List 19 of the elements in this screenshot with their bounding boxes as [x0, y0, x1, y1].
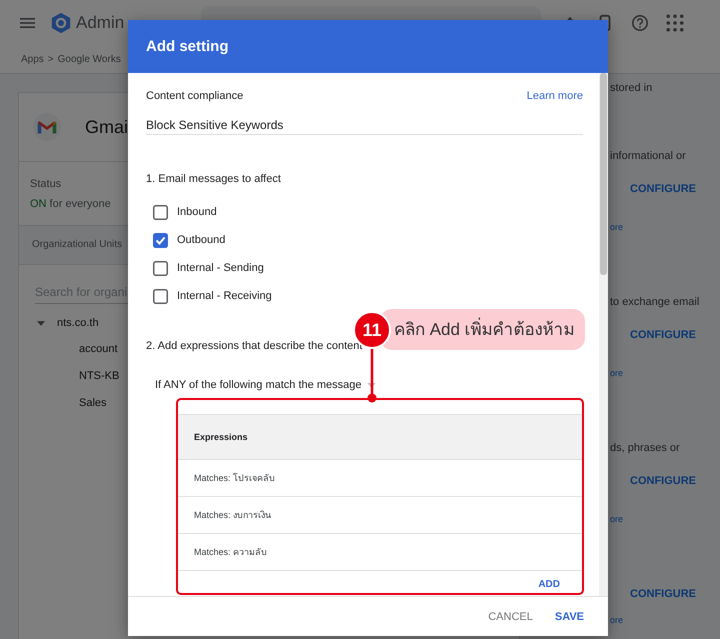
checkbox-label: Internal - Sending: [177, 262, 264, 274]
checkbox-label: Inbound: [177, 206, 217, 218]
app-name: Gmai: [85, 116, 128, 138]
callout-label: คลิก Add เพิ่มคำต้องห้าม: [380, 309, 585, 350]
checkbox-label: Outbound: [177, 234, 226, 246]
dialog-title: Add setting: [146, 38, 228, 55]
setting-description: ds, phrases or: [610, 442, 680, 454]
setting-description: informational or: [610, 150, 686, 162]
checkbox-label: Internal - Receiving: [177, 290, 272, 302]
section-label: Content compliance: [146, 90, 244, 102]
status-label: Status: [30, 178, 62, 190]
breadcrumb-item: >: [48, 54, 54, 65]
product-name: Admin: [76, 13, 126, 33]
column-header: Expressions: [178, 414, 582, 460]
step-heading: 1. Email messages to affect: [146, 172, 282, 187]
status-value: ON for everyone: [30, 198, 111, 210]
setting-description: stored in: [610, 82, 652, 94]
step-heading: 2. Add expressions that describe the content: [146, 339, 364, 354]
setting-description: to exchange email: [610, 296, 700, 308]
